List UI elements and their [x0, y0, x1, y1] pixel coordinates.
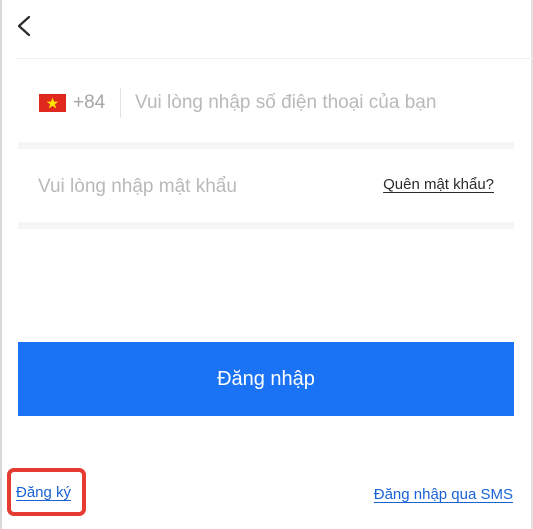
- password-input[interactable]: [34, 169, 372, 205]
- login-button[interactable]: Đăng nhập: [18, 342, 514, 416]
- login-screen: +84 Quên mật khẩu? Đăng nhập Đăng ký Đăn…: [0, 0, 533, 529]
- chevron-left-icon: [17, 15, 31, 37]
- phone-field-underline: [18, 142, 514, 149]
- header-divider: [17, 58, 533, 59]
- country-code[interactable]: +84: [73, 91, 105, 115]
- flag-star-icon: [46, 97, 59, 109]
- vietnam-flag-icon[interactable]: [39, 94, 66, 112]
- back-button[interactable]: [10, 8, 40, 42]
- left-edge-divider: [0, 0, 2, 529]
- password-field: Quên mật khẩu?: [18, 162, 514, 212]
- phone-field: +84: [18, 78, 519, 128]
- phone-number-input[interactable]: [131, 85, 519, 121]
- country-code-divider: [120, 88, 121, 118]
- password-field-underline: [18, 222, 514, 229]
- forgot-password-link[interactable]: Quên mật khẩu?: [383, 176, 494, 193]
- register-link[interactable]: Đăng ký: [16, 484, 71, 501]
- sms-login-link[interactable]: Đăng nhập qua SMS: [374, 486, 513, 503]
